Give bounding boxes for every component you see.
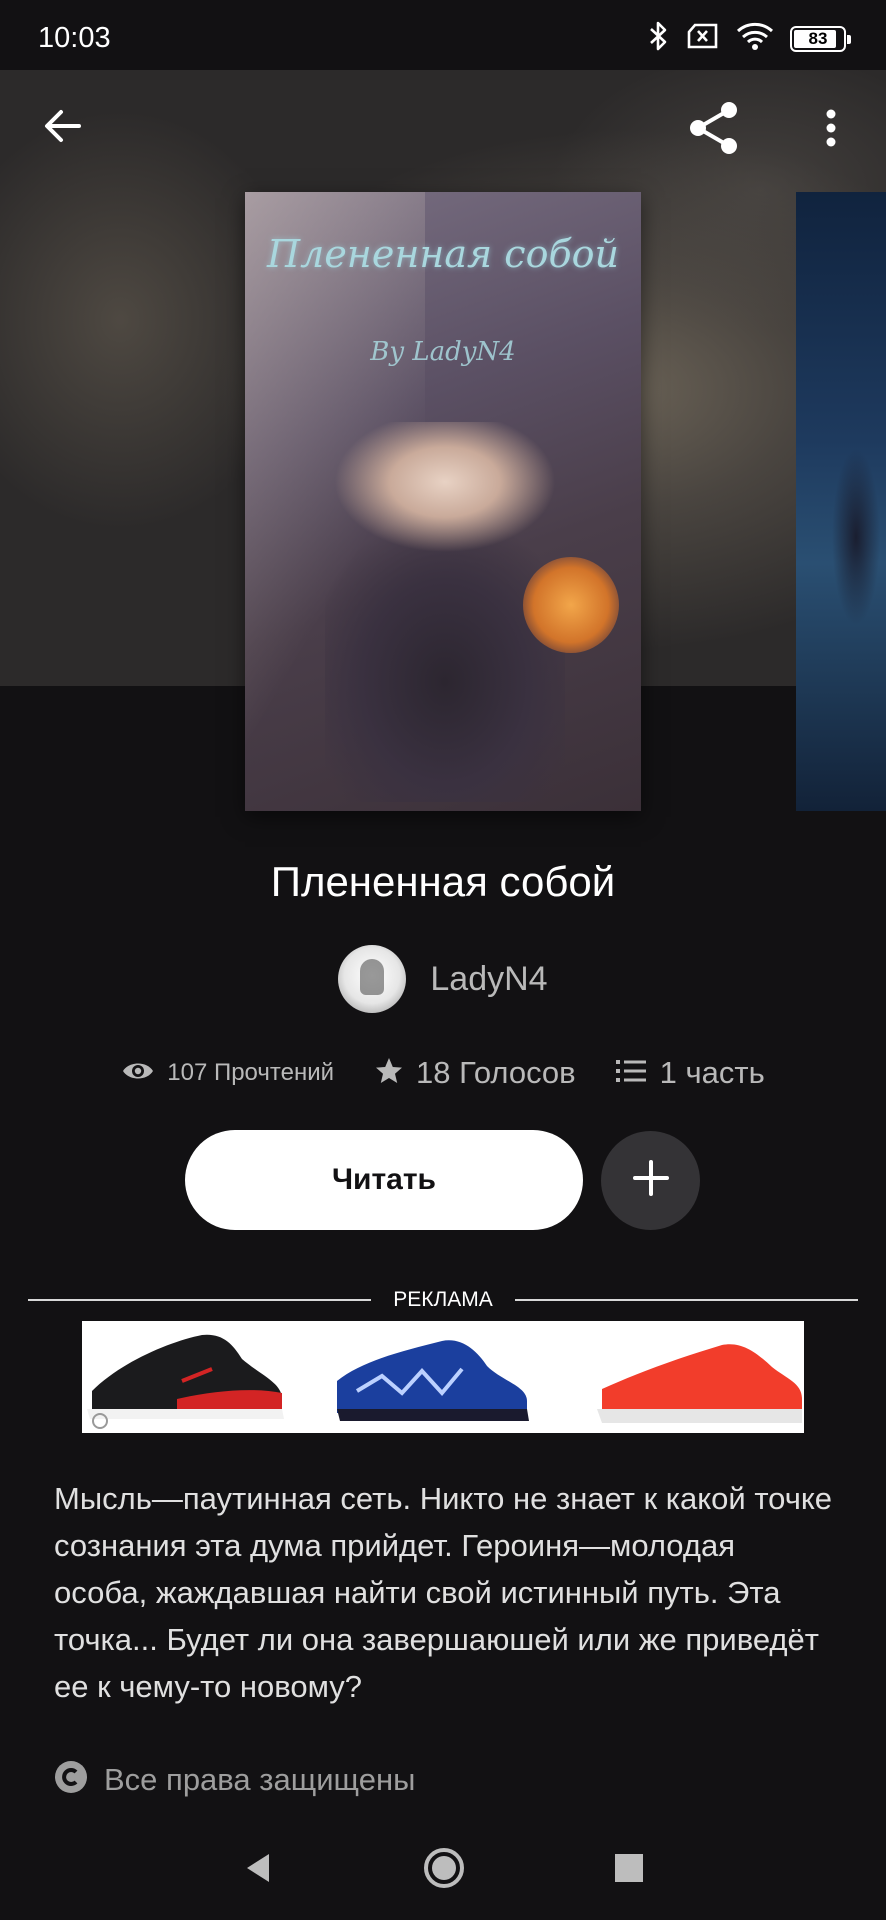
next-book-cover[interactable]	[796, 192, 886, 811]
list-icon	[615, 1058, 648, 1089]
add-to-library-button[interactable]	[601, 1131, 700, 1230]
copyright-icon	[54, 1760, 88, 1799]
star-icon	[374, 1056, 404, 1091]
votes-count: 18 Голосов	[416, 1055, 576, 1090]
nav-recents-icon[interactable]	[615, 1853, 643, 1887]
back-button[interactable]	[28, 93, 98, 163]
wifi-icon	[736, 21, 774, 56]
more-vertical-icon	[825, 108, 837, 153]
cover-author-text: By LadyN4	[370, 337, 516, 367]
top-app-bar	[0, 70, 886, 190]
book-description: Мысль—паутинная сеть. Никто не знает к к…	[54, 1481, 833, 1704]
ad-label: РЕКЛАМА	[393, 1288, 493, 1311]
copyright-row: Все права защищены	[54, 1760, 415, 1799]
read-button[interactable]: Читать	[185, 1130, 583, 1230]
status-bar: 10:03 83	[0, 0, 886, 70]
cover-title-text: Плененная собой	[266, 232, 619, 276]
no-sim-icon	[686, 22, 720, 55]
nav-home-icon[interactable]	[423, 1847, 465, 1894]
ad-banner[interactable]	[82, 1321, 804, 1433]
battery-icon: 83	[790, 25, 851, 52]
share-button[interactable]	[679, 95, 749, 165]
reads-count: 107 Прочтений	[167, 1059, 335, 1086]
book-title: Плененная собой	[270, 858, 616, 905]
bluetooth-icon	[648, 20, 670, 57]
parts-count: 1 часть	[659, 1055, 765, 1090]
status-time: 10:03	[38, 22, 111, 54]
divider-line-right	[514, 1299, 859, 1301]
votes-stat: 18 Голосов	[374, 1055, 576, 1091]
copyright-text: Все права защищены	[104, 1761, 416, 1797]
nav-back-icon[interactable]	[243, 1852, 273, 1889]
share-icon	[686, 100, 742, 161]
sneakers-ad-image	[87, 1334, 802, 1429]
plus-icon	[632, 1159, 670, 1202]
system-navigation-bar	[0, 1820, 886, 1920]
eye-icon	[121, 1059, 155, 1088]
battery-level: 83	[808, 28, 828, 48]
status-icons: 83	[648, 20, 851, 57]
parts-stat: 1 часть	[615, 1055, 765, 1091]
divider-line-left	[28, 1299, 372, 1301]
author-avatar[interactable]	[338, 945, 407, 1013]
ad-divider: РЕКЛАМА	[28, 1285, 859, 1315]
stats-row: 107 Прочтений 18 Голосов 1 часть	[0, 1055, 886, 1091]
more-options-button[interactable]	[796, 95, 866, 165]
author-name[interactable]: LadyN4	[430, 960, 547, 999]
book-cover[interactable]: Плененная собой By LadyN4	[245, 192, 641, 811]
arrow-left-icon	[43, 108, 83, 149]
reads-stat: 107 Прочтений	[121, 1059, 334, 1088]
rose-emblem-icon	[523, 557, 619, 653]
author-row[interactable]: LadyN4	[0, 945, 886, 1013]
